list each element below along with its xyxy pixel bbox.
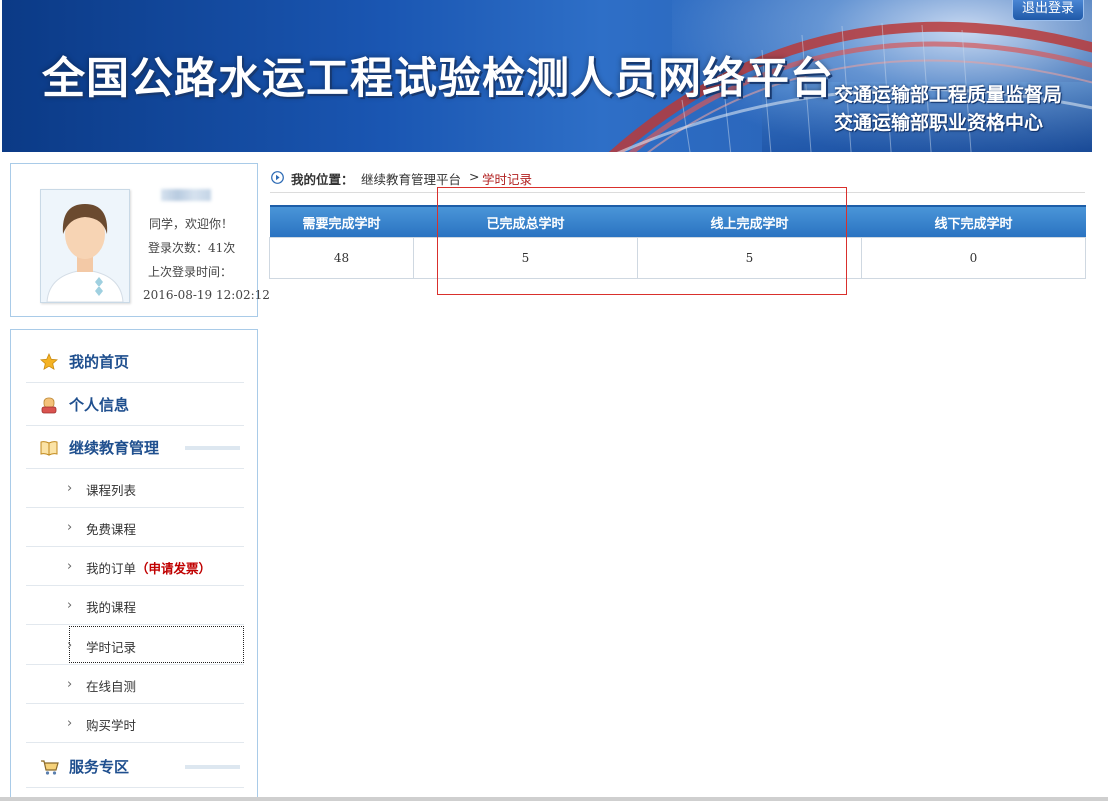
- username-blurred: [161, 189, 211, 201]
- header-required-hours: 需要完成学时: [269, 205, 414, 238]
- cell-online-hours: 5: [637, 237, 862, 279]
- sidebar-item-label: 继续教育管理: [69, 439, 160, 457]
- sidebar-item-home[interactable]: 我的首页: [26, 340, 244, 383]
- chevron-right-icon: ›: [67, 677, 73, 692]
- sidebar-item-services[interactable]: 服务专区: [26, 745, 244, 788]
- logout-button[interactable]: 退出登录: [1012, 0, 1084, 21]
- sidebar-subitem-online-self-test[interactable]: › 在线自测: [26, 665, 244, 704]
- sidebar-item-continuing-education[interactable]: 继续教育管理: [26, 426, 244, 469]
- sidebar-nav: 我的首页 个人信息 继续教育管理 › 课程列表 › 免费课程 › 我的订单（申请…: [10, 329, 258, 801]
- apply-invoice-link[interactable]: 申请发票: [149, 561, 199, 576]
- sidebar-subitem-buy-hours[interactable]: › 购买学时: [26, 704, 244, 743]
- last-login-time: 2016-08-19 12:02:12: [143, 288, 270, 302]
- chevron-right-icon: ›: [67, 716, 73, 731]
- sidebar-subitem-study-hours[interactable]: › 学时记录: [26, 626, 244, 665]
- location-arrow-icon: [271, 171, 284, 184]
- chevron-right-icon: ›: [67, 598, 73, 613]
- section-divider-bar: [185, 446, 240, 450]
- header-banner: 全国公路水运工程试验检测人员网络平台 交通运输部工程质量监督局 交通运输部职业资…: [2, 0, 1092, 152]
- sidebar-item-label: 我的首页: [69, 353, 130, 371]
- login-count: 登录次数：41次: [148, 241, 236, 255]
- breadcrumb-link-platform[interactable]: 继续教育管理平台: [361, 169, 461, 188]
- sidebar-subitem-label: 免费课程: [86, 522, 137, 537]
- sidebar-item-label: 服务专区: [69, 758, 130, 776]
- sidebar-subitem-free-courses[interactable]: › 免费课程: [26, 508, 244, 547]
- chevron-right-icon: ›: [67, 559, 73, 574]
- invoice-paren-close: ）: [198, 561, 212, 576]
- sidebar-subitem-label: 我的课程: [86, 600, 137, 615]
- header-completed-total-hours: 已完成总学时: [413, 205, 638, 238]
- sidebar-subitem-label: 课程列表: [86, 483, 137, 498]
- sidebar-subitem-my-courses[interactable]: › 我的课程: [26, 586, 244, 625]
- star-icon: [40, 353, 58, 371]
- sidebar-subitem-label: 我的订单（申请发票）: [86, 558, 211, 577]
- sidebar-item-personal-info[interactable]: 个人信息: [26, 383, 244, 426]
- cell-required-hours: 48: [269, 237, 414, 279]
- section-divider-bar: [185, 765, 240, 769]
- table-row: 48 5 5 0: [269, 237, 1086, 279]
- org-name-line2: 交通运输部职业资格中心: [834, 112, 1044, 134]
- sidebar-subitem-label: 学时记录: [86, 640, 137, 655]
- breadcrumb-label: 我的位置：: [291, 172, 354, 187]
- avatar: [40, 189, 130, 303]
- greeting-text: 同学，欢迎你！: [149, 217, 234, 231]
- sidebar-subitem-my-orders[interactable]: › 我的订单（申请发票）: [26, 547, 244, 586]
- org-name-line1: 交通运输部工程质量监督局: [834, 84, 1063, 106]
- avatar-person-icon: [41, 190, 129, 302]
- chevron-right-icon: ›: [67, 481, 73, 496]
- breadcrumb: 我的位置： 继续教育管理平台 > 学时记录: [270, 166, 1085, 193]
- cart-icon: [41, 760, 59, 775]
- last-login-label: 上次登录时间：: [148, 265, 233, 279]
- invoice-paren-open: （: [136, 561, 149, 576]
- breadcrumb-separator: >: [469, 169, 480, 184]
- profile-card: 同学，欢迎你！ 登录次数：41次 上次登录时间： 2016-08-19 12:0…: [10, 163, 270, 317]
- page-bottom-edge: [0, 797, 1108, 801]
- cell-offline-hours: 0: [861, 237, 1086, 279]
- sidebar-subitem-course-list[interactable]: › 课程列表: [26, 469, 244, 508]
- cell-completed-total-hours: 5: [413, 237, 638, 279]
- breadcrumb-current: 学时记录: [482, 172, 533, 187]
- my-orders-label: 我的订单: [86, 561, 137, 576]
- sidebar-subitem-label: 购买学时: [86, 718, 137, 733]
- header-online-hours: 线上完成学时: [637, 205, 862, 238]
- site-title: 全国公路水运工程试验检测人员网络平台: [42, 54, 834, 104]
- table-header-row: 需要完成学时 已完成总学时 线上完成学时 线下完成学时: [269, 205, 1086, 238]
- chevron-right-icon: ›: [67, 520, 73, 535]
- header-offline-hours: 线下完成学时: [861, 205, 1086, 238]
- study-hours-table: 需要完成学时 已完成总学时 线上完成学时 线下完成学时 48 5 5 0: [269, 205, 1086, 279]
- chevron-right-icon: ›: [67, 638, 73, 653]
- user-icon: [41, 397, 57, 414]
- book-icon: [40, 441, 58, 456]
- sidebar-item-label: 个人信息: [69, 396, 130, 414]
- sidebar-subitem-label: 在线自测: [86, 679, 137, 694]
